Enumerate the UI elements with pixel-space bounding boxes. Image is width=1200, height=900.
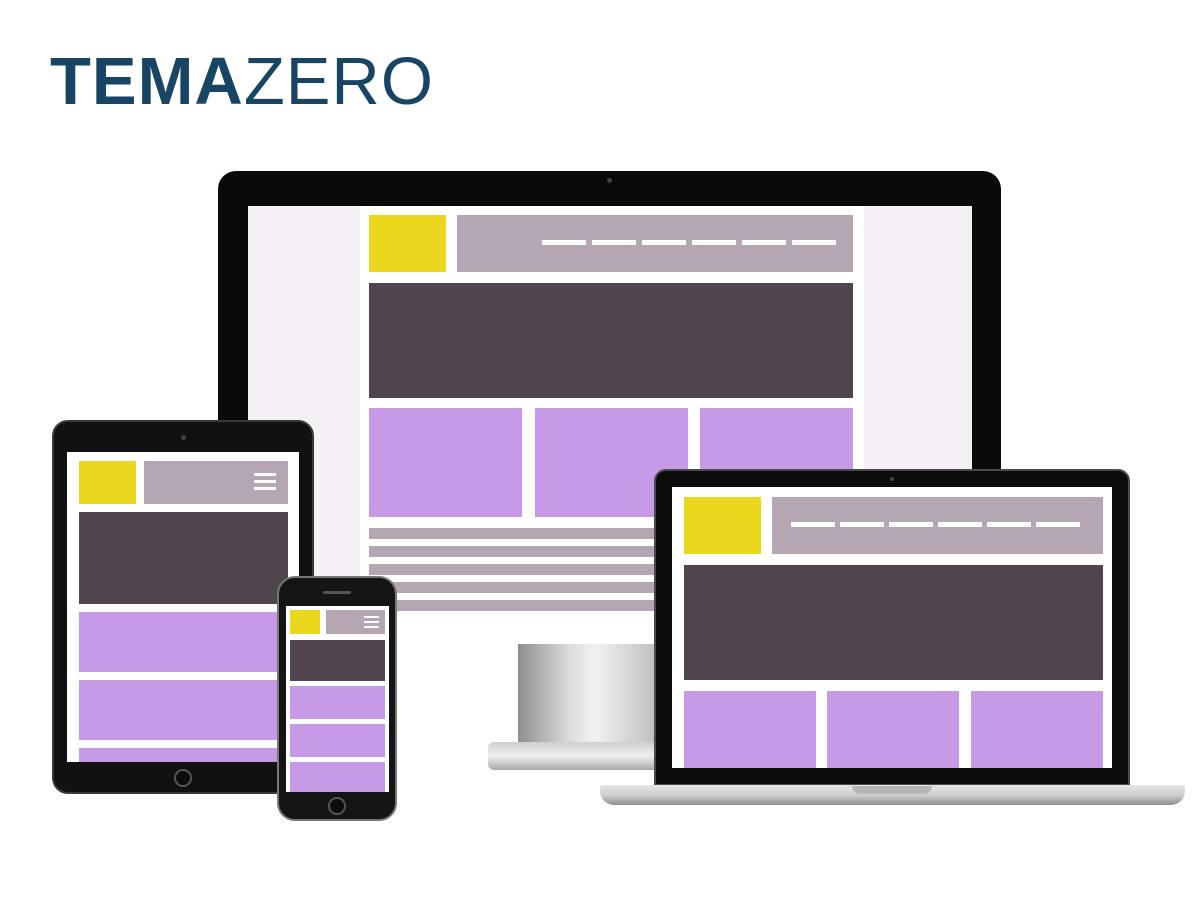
laptop-menu-item bbox=[840, 522, 884, 527]
phone-speaker bbox=[323, 591, 351, 594]
desktop-menu-item bbox=[742, 240, 786, 245]
laptop-menu-item bbox=[938, 522, 982, 527]
laptop-content-card bbox=[827, 691, 959, 768]
laptop-content-card bbox=[971, 691, 1103, 768]
phone-hero-block bbox=[290, 640, 385, 681]
desktop-menu-item bbox=[792, 240, 836, 245]
laptop bbox=[654, 469, 1130, 786]
desktop-menu-item bbox=[592, 240, 636, 245]
tablet-header-bar bbox=[144, 461, 288, 504]
tablet-content-card bbox=[79, 612, 288, 672]
desktop-menu-item bbox=[692, 240, 736, 245]
laptop-camera-icon bbox=[890, 477, 894, 481]
laptop-menu-item bbox=[791, 522, 835, 527]
tablet-content-card bbox=[79, 680, 288, 740]
brand-logo: TEMAZERO bbox=[50, 48, 434, 115]
monitor-stand-neck bbox=[518, 630, 658, 750]
laptop-content-card bbox=[684, 691, 816, 768]
laptop-menu-item bbox=[987, 522, 1031, 527]
tablet-hamburger-icon bbox=[254, 473, 276, 476]
desktop-menu-item bbox=[542, 240, 586, 245]
phone-hamburger-icon bbox=[364, 616, 379, 618]
phone-content-card bbox=[290, 762, 385, 792]
laptop-logo-block bbox=[684, 497, 761, 554]
desktop-logo-block bbox=[369, 215, 446, 272]
phone-content-card bbox=[290, 686, 385, 719]
tablet-camera-icon bbox=[181, 435, 186, 440]
desktop-menu-item bbox=[642, 240, 686, 245]
laptop-header-bar bbox=[772, 497, 1103, 554]
tablet-hamburger-icon bbox=[254, 480, 276, 483]
smartphone bbox=[277, 576, 397, 821]
tablet-logo-block bbox=[79, 461, 136, 504]
tablet-hero-block bbox=[79, 512, 288, 604]
tablet-home-button bbox=[174, 769, 192, 787]
tablet-hamburger-icon bbox=[254, 487, 276, 490]
laptop-menu-item bbox=[1036, 522, 1080, 527]
tablet-screen bbox=[67, 452, 299, 762]
laptop-opening-notch bbox=[852, 786, 932, 794]
laptop-hero-block bbox=[684, 565, 1103, 680]
logo-bold-text: TEMA bbox=[50, 44, 244, 119]
phone-logo-block bbox=[290, 610, 320, 634]
laptop-screen bbox=[672, 487, 1112, 768]
laptop-menu-item bbox=[889, 522, 933, 527]
phone-header-bar bbox=[326, 610, 385, 634]
phone-hamburger-icon bbox=[364, 621, 379, 623]
tablet bbox=[52, 420, 314, 794]
phone-content-card bbox=[290, 724, 385, 757]
phone-hamburger-icon bbox=[364, 626, 379, 628]
tablet-content-card bbox=[79, 748, 288, 762]
desktop-header-bar bbox=[457, 215, 853, 272]
phone-screen bbox=[286, 606, 389, 792]
phone-home-button bbox=[328, 797, 346, 815]
logo-light-text: ZERO bbox=[243, 44, 434, 119]
desktop-hero-block bbox=[369, 283, 853, 398]
desktop-content-card bbox=[369, 408, 522, 517]
monitor-camera-icon bbox=[607, 178, 612, 183]
